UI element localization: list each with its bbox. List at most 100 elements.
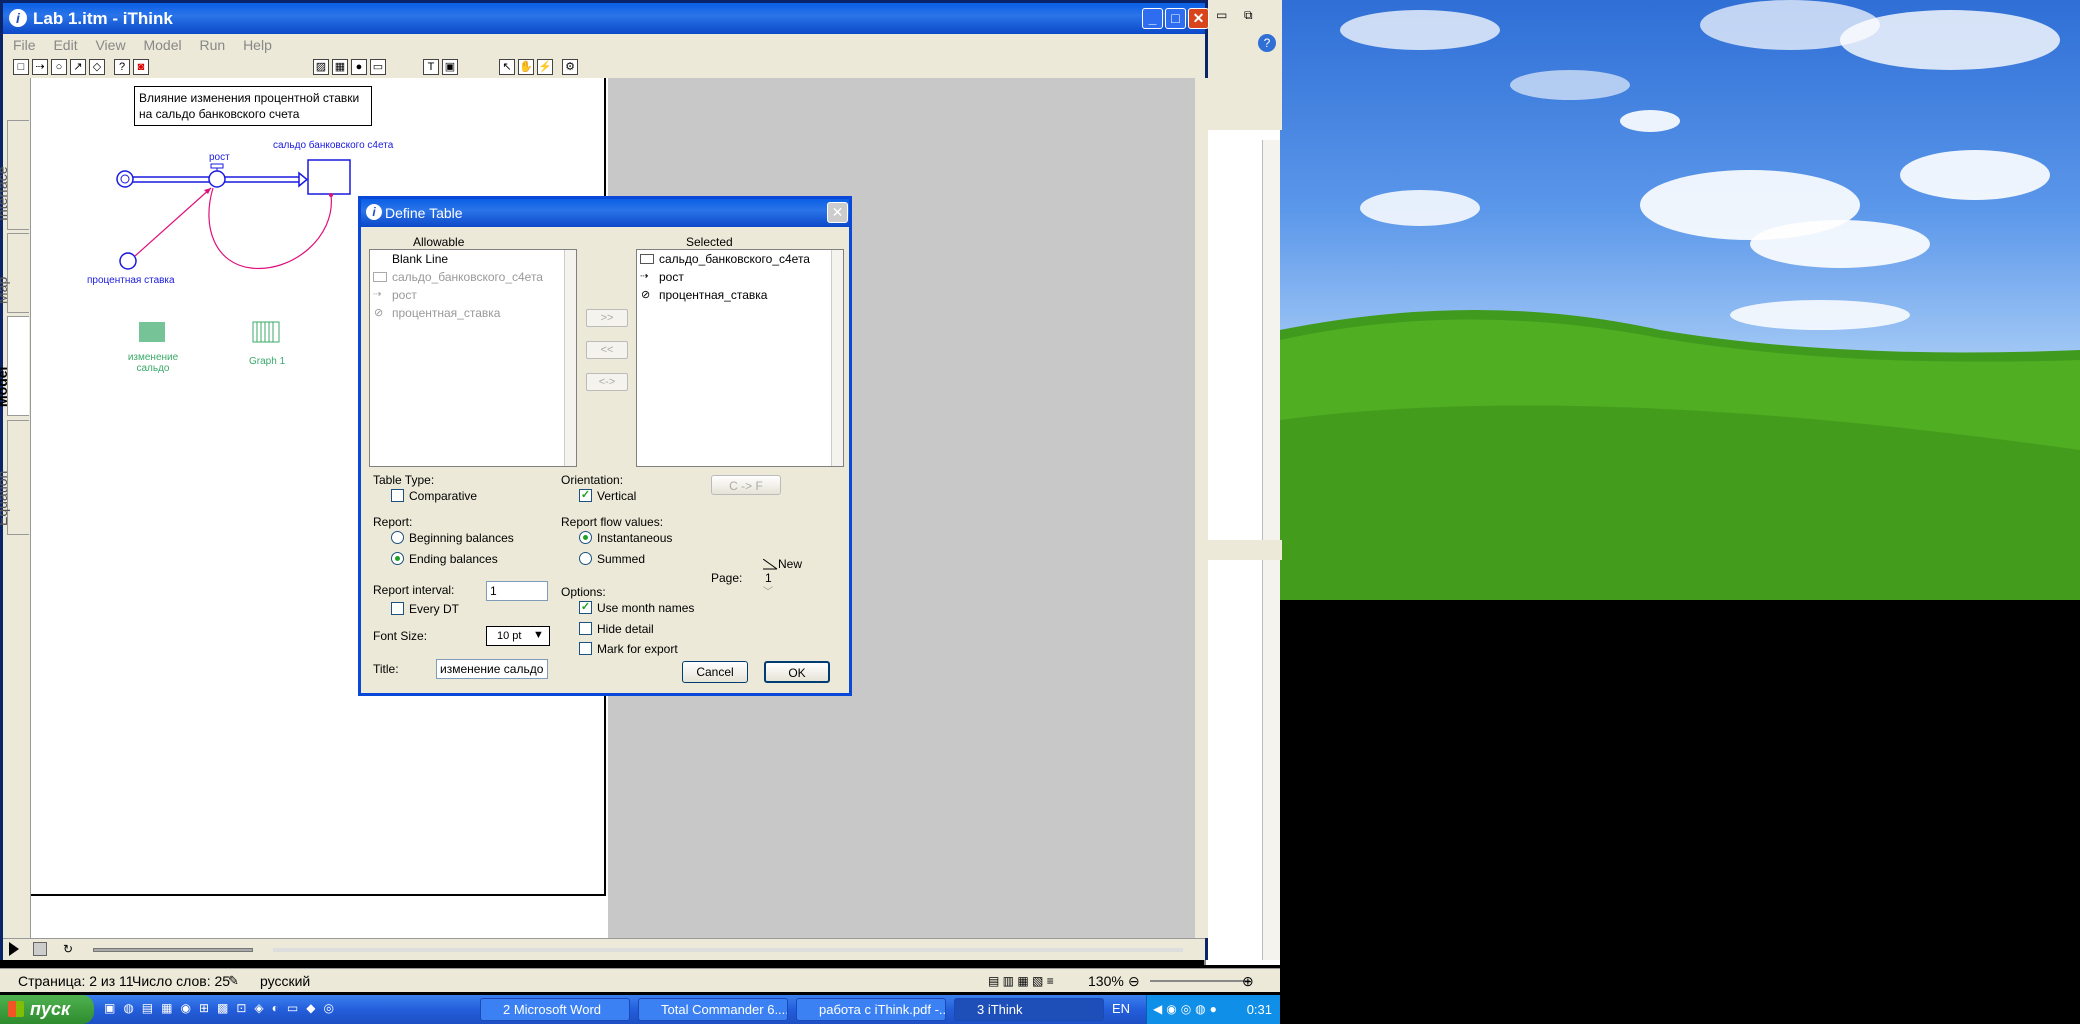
- flow-tool-icon[interactable]: ⇢: [32, 59, 48, 75]
- table-label-line1: изменение: [127, 352, 179, 363]
- run-stop-icon[interactable]: [33, 942, 47, 956]
- minimize-icon[interactable]: ▭: [1216, 8, 1227, 22]
- view-layout-icon[interactable]: ▤ ▥ ▦ ▧ ≡: [988, 969, 1054, 993]
- converter-tool-icon[interactable]: ○: [51, 59, 67, 75]
- selected-item[interactable]: ⊘ процентная_ставка: [637, 286, 843, 304]
- tab-equation[interactable]: Equation: [0, 420, 29, 535]
- menu-edit[interactable]: Edit: [53, 37, 77, 53]
- start-button[interactable]: пуск: [0, 995, 94, 1024]
- spellcheck-icon[interactable]: ✎: [228, 969, 239, 993]
- instantaneous-radio[interactable]: [579, 531, 592, 544]
- table-pad-icon[interactable]: [139, 322, 165, 342]
- cf-button[interactable]: C -> F: [711, 475, 781, 495]
- comparative-checkbox[interactable]: [391, 489, 404, 502]
- image-tool-icon[interactable]: ▣: [442, 59, 458, 75]
- selected-scrollbar[interactable]: [831, 250, 843, 466]
- text-tool-icon[interactable]: T: [423, 59, 439, 75]
- mark-export-checkbox[interactable]: [579, 642, 592, 655]
- button-tool-icon[interactable]: ▭: [370, 59, 386, 75]
- ending-balances-radio[interactable]: [391, 552, 404, 565]
- page-down-icon[interactable]: ﹀: [763, 583, 773, 598]
- cancel-button[interactable]: Cancel: [682, 661, 748, 683]
- stock-tool-icon[interactable]: □: [13, 59, 29, 75]
- tab-equation-label: Equation: [0, 470, 10, 526]
- decision-tool-icon[interactable]: ◇: [89, 59, 105, 75]
- report-interval-input[interactable]: 1: [486, 581, 548, 601]
- selected-item[interactable]: сальдо_банковского_с4ета: [637, 250, 843, 268]
- allowable-scrollbar[interactable]: [564, 250, 576, 466]
- allowable-item[interactable]: ⇢ рост: [370, 286, 576, 304]
- zoom-in-icon[interactable]: ⊕: [1242, 969, 1254, 993]
- menu-help[interactable]: Help: [243, 37, 272, 53]
- swap-button[interactable]: <->: [586, 373, 628, 391]
- run-restore-icon[interactable]: ↻: [63, 942, 73, 956]
- run-play-icon[interactable]: [9, 942, 21, 956]
- word-hscroll[interactable]: [1206, 540, 1282, 560]
- run-speed-slider[interactable]: [93, 948, 253, 952]
- task-ithink-label: 3 iThink: [977, 1002, 1023, 1017]
- dialog-titlebar[interactable]: i Define Table ✕: [361, 199, 849, 227]
- add-button[interactable]: >>: [586, 309, 628, 327]
- task-pdf[interactable]: работа с iThink.pdf -...: [796, 998, 946, 1021]
- hide-detail-checkbox[interactable]: [579, 622, 592, 635]
- menu-file[interactable]: File: [13, 37, 36, 53]
- converter-circle[interactable]: [119, 252, 137, 270]
- dialog-close-button[interactable]: ✕: [827, 202, 848, 223]
- language-indicator[interactable]: EN: [1112, 1001, 1130, 1016]
- flow-valve[interactable]: [208, 163, 226, 188]
- beginning-balances-radio[interactable]: [391, 531, 404, 544]
- remove-button[interactable]: <<: [586, 341, 628, 359]
- allowable-item[interactable]: ⊘ процентная_ставка: [370, 304, 576, 322]
- help-icon[interactable]: ?: [1258, 34, 1276, 52]
- close-button[interactable]: ✕: [1188, 8, 1209, 29]
- restore-icon[interactable]: ⧉: [1244, 8, 1253, 23]
- graph-tool-icon[interactable]: ▨: [313, 59, 329, 75]
- tab-interface[interactable]: Interface: [0, 120, 29, 230]
- stock-box[interactable]: [307, 159, 351, 195]
- tab-model[interactable]: Model: [0, 316, 29, 416]
- zoom-out-icon[interactable]: ⊖: [1128, 969, 1140, 993]
- zoom-slider[interactable]: [1150, 980, 1250, 982]
- quick-launch-bar[interactable]: ▣◍▤▦◉⊞▩⊡◈◐▭◆◎: [104, 1001, 464, 1019]
- selected-item[interactable]: ⇢ рост: [637, 268, 843, 286]
- ghost-tool-icon[interactable]: ⚙: [562, 59, 578, 75]
- canvas-horizontal-scrollbar[interactable]: [273, 948, 1183, 952]
- connector-tool-icon[interactable]: ↗: [70, 59, 86, 75]
- record-tool-icon[interactable]: ◙: [133, 59, 149, 75]
- graph-pad-icon[interactable]: [252, 321, 280, 343]
- minimize-button[interactable]: _: [1142, 8, 1163, 29]
- canvas-vertical-scrollbar[interactable]: [1195, 78, 1208, 938]
- use-month-checkbox[interactable]: ✓: [579, 601, 592, 614]
- task-word[interactable]: 2 Microsoft Word: [480, 998, 630, 1021]
- ok-button[interactable]: OK: [764, 661, 830, 683]
- vertical-checkbox[interactable]: ✓: [579, 489, 592, 502]
- hand-tool-icon[interactable]: ✋: [518, 59, 534, 75]
- connector-curve[interactable]: [208, 187, 332, 270]
- app-titlebar[interactable]: i Lab 1.itm - iThink _ □ ✕: [3, 3, 1209, 34]
- ithink-logo-icon: i: [9, 9, 27, 27]
- instantaneous-label: Instantaneous: [597, 531, 673, 545]
- tab-map[interactable]: Map: [0, 233, 29, 313]
- table-tool-icon[interactable]: ▦: [332, 59, 348, 75]
- allowable-item[interactable]: сальдо_банковского_с4ета: [370, 268, 576, 286]
- selected-item-label: рост: [659, 270, 684, 284]
- every-dt-checkbox[interactable]: [391, 602, 404, 615]
- pointer-tool-icon[interactable]: ↖: [499, 59, 515, 75]
- maximize-button[interactable]: □: [1165, 8, 1186, 29]
- sector-tool-icon[interactable]: ●: [351, 59, 367, 75]
- task-total-commander[interactable]: Total Commander 6....: [638, 998, 788, 1021]
- dynamite-tool-icon[interactable]: ⚡: [537, 59, 553, 75]
- allowable-list[interactable]: Blank Line сальдо_банковского_с4ета ⇢ рос…: [369, 249, 577, 467]
- title-input[interactable]: изменение сальдо: [436, 659, 548, 679]
- allowable-item[interactable]: Blank Line: [370, 250, 576, 268]
- help-tool-icon[interactable]: ?: [114, 59, 130, 75]
- menu-model[interactable]: Model: [143, 37, 181, 53]
- summed-radio[interactable]: [579, 552, 592, 565]
- font-size-select[interactable]: 10 pt ▼: [486, 626, 550, 646]
- task-ithink[interactable]: 3 iThink: [954, 998, 1104, 1021]
- selected-list[interactable]: сальдо_банковского_с4ета ⇢ рост ⊘ процентн…: [636, 249, 844, 467]
- menu-run[interactable]: Run: [199, 37, 225, 53]
- connector-line[interactable]: [134, 187, 212, 257]
- menu-view[interactable]: View: [95, 37, 125, 53]
- tray-icons[interactable]: ◀◉◎◍●: [1153, 995, 1221, 1024]
